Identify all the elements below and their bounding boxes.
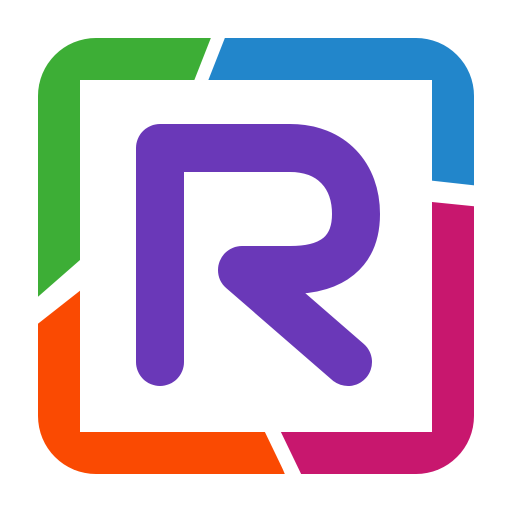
app-logo [0, 0, 512, 512]
r-logo-icon [30, 30, 480, 480]
